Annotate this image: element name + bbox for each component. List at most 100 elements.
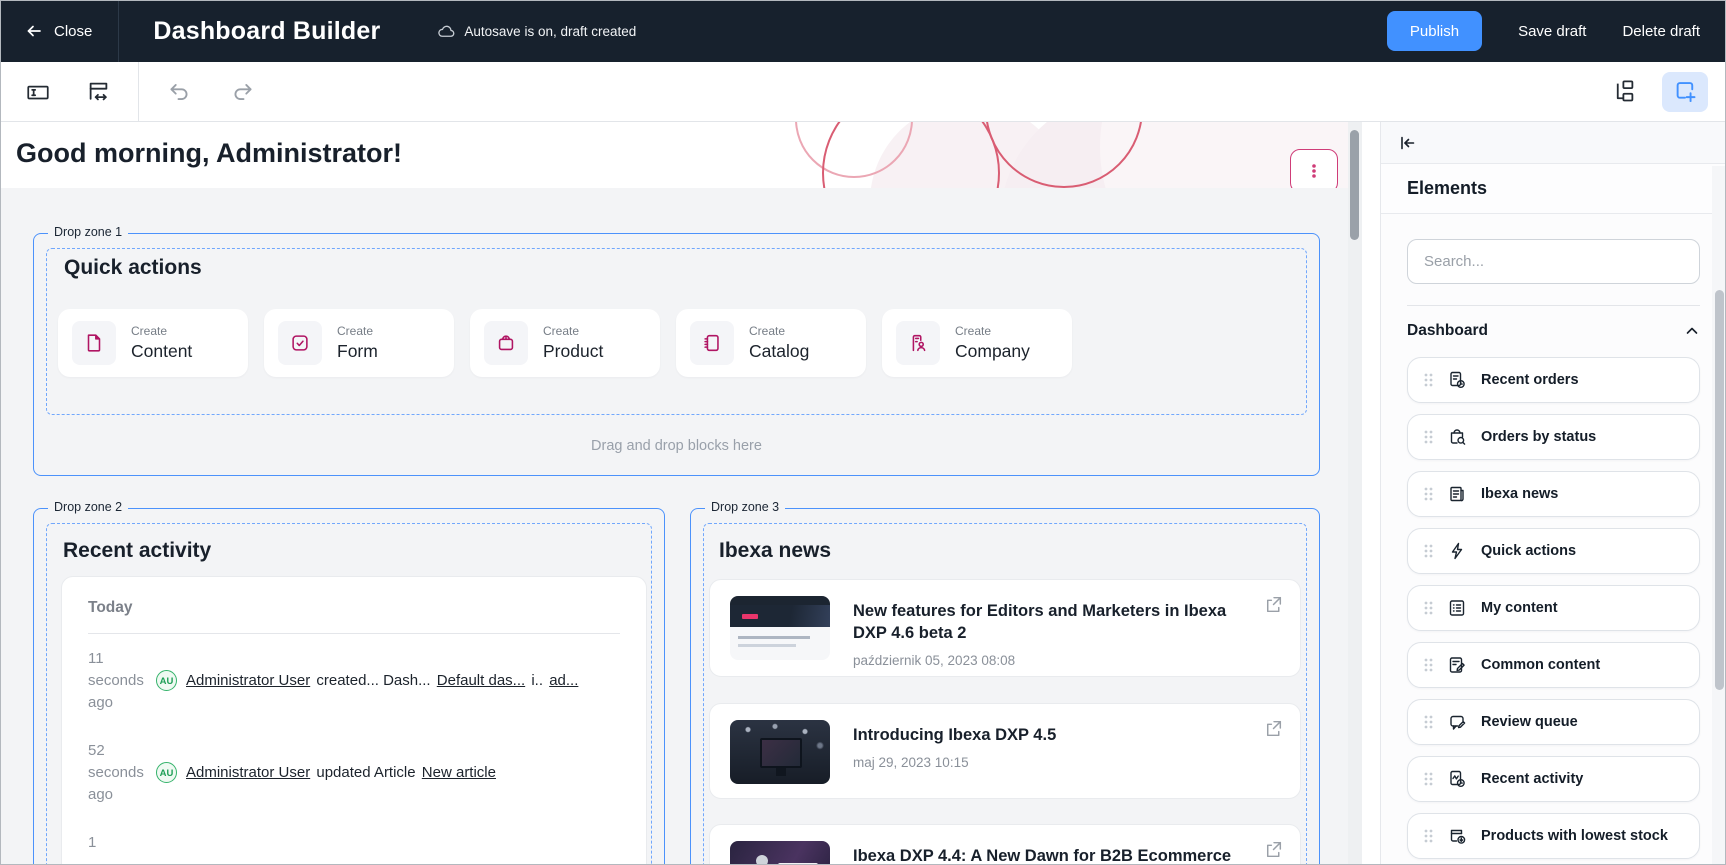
redo-button[interactable]	[225, 74, 261, 110]
element-item-recent-orders[interactable]: Recent orders	[1407, 357, 1700, 403]
create-form-card[interactable]: Create Form	[264, 309, 454, 377]
news-item[interactable]: Ibexa DXP 4.4: A New Dawn for B2B Ecomme…	[709, 824, 1301, 865]
create-prefix: Create	[955, 324, 1030, 338]
user-link[interactable]: Administrator User	[186, 764, 310, 781]
external-link-icon[interactable]	[1263, 839, 1284, 860]
activity-row: 11 seconds ago AU Administrator User cre…	[88, 648, 620, 714]
drag-handle-icon[interactable]	[1423, 486, 1433, 502]
cloud-icon	[436, 22, 455, 41]
save-draft-button[interactable]: Save draft	[1518, 23, 1586, 40]
user-link[interactable]: Administrator User	[186, 672, 310, 689]
search-input[interactable]	[1407, 239, 1700, 284]
element-item-recent-activity[interactable]: Recent activity	[1407, 756, 1700, 802]
create-prefix: Create	[543, 324, 603, 338]
drag-handle-icon[interactable]	[1423, 714, 1433, 730]
news-title: Ibexa DXP 4.4: A New Dawn for B2B Ecomme…	[853, 845, 1231, 865]
autosave-label: Autosave is on, draft created	[464, 24, 636, 39]
element-item-review-queue[interactable]: Review queue	[1407, 699, 1700, 745]
main-scrollbar[interactable]	[1348, 122, 1362, 865]
close-label: Close	[54, 23, 92, 40]
panel-header	[1381, 122, 1726, 164]
activity-description: AU Administrator User created... Dash...…	[156, 648, 580, 714]
element-item-label: Review queue	[1481, 714, 1578, 730]
news-thumbnail	[730, 720, 830, 784]
recent-activity-icon	[1447, 769, 1467, 789]
external-link-icon[interactable]	[1263, 594, 1284, 615]
quick-actions-title: Quick actions	[64, 256, 202, 280]
drag-handle-icon[interactable]	[1423, 771, 1433, 787]
main-scrollbar-thumb[interactable]	[1350, 130, 1359, 240]
create-catalog-card[interactable]: Create Catalog	[676, 309, 866, 377]
news-title: Introducing Ibexa DXP 4.5	[853, 724, 1056, 746]
recent-activity-title: Recent activity	[63, 539, 211, 563]
activity-timestamp: 1	[88, 832, 156, 854]
drop-zone-3[interactable]: Drop zone 3 Ibexa news New features for …	[690, 508, 1320, 865]
create-prefix: Create	[131, 324, 192, 338]
element-item-ibexa-news[interactable]: Ibexa news	[1407, 471, 1700, 517]
element-item-label: My content	[1481, 600, 1558, 616]
input-field-tool-button[interactable]	[20, 74, 56, 110]
content-link[interactable]: New article	[422, 764, 496, 781]
app-title: Dashboard Builder	[153, 17, 380, 46]
greeting-header: Good morning, Administrator!	[0, 122, 1348, 188]
element-item-orders-by-status[interactable]: Orders by status	[1407, 414, 1700, 460]
divider	[1407, 305, 1700, 306]
orders-by-status-icon	[1447, 427, 1467, 447]
quick-actions-icon	[1447, 541, 1467, 561]
content-link[interactable]: Default das...	[437, 672, 525, 689]
news-item[interactable]: Introducing Ibexa DXP 4.5 maj 29, 2023 1…	[709, 703, 1301, 799]
create-company-card[interactable]: Create Company	[882, 309, 1072, 377]
news-item[interactable]: New features for Editors and Marketers i…	[709, 579, 1301, 677]
collapse-panel-icon[interactable]	[1397, 133, 1417, 153]
chevron-up-icon	[1684, 323, 1700, 339]
panel-title: Elements	[1381, 164, 1726, 214]
content-icon	[72, 321, 116, 365]
switch-layout-tool-button[interactable]	[80, 74, 116, 110]
create-label: Catalog	[749, 341, 809, 362]
dashboard-section-header[interactable]: Dashboard	[1407, 317, 1700, 345]
create-label: Form	[337, 341, 378, 362]
activity-description: AU Administrator User updated Article Ne…	[156, 740, 498, 806]
drag-handle-icon[interactable]	[1423, 657, 1433, 673]
recent-orders-icon	[1447, 370, 1467, 390]
create-prefix: Create	[337, 324, 378, 338]
undo-button[interactable]	[161, 74, 197, 110]
avatar: AU	[156, 762, 177, 783]
element-item-my-content[interactable]: My content	[1407, 585, 1700, 631]
drag-handle-icon[interactable]	[1423, 600, 1433, 616]
drag-drop-hint: Drag and drop blocks here	[34, 438, 1319, 454]
divider	[88, 633, 620, 634]
create-product-card[interactable]: Create Product	[470, 309, 660, 377]
close-button[interactable]: Close	[0, 0, 118, 62]
news-date: maj 29, 2023 10:15	[853, 755, 1056, 770]
element-item-label: Recent activity	[1481, 771, 1583, 787]
drag-handle-icon[interactable]	[1423, 543, 1433, 559]
external-link-icon[interactable]	[1263, 718, 1284, 739]
publish-button[interactable]: Publish	[1387, 11, 1482, 51]
add-element-button[interactable]	[1662, 72, 1708, 112]
autosave-status: Autosave is on, draft created	[436, 22, 636, 41]
delete-draft-button[interactable]: Delete draft	[1622, 23, 1700, 40]
header-options-button[interactable]	[1290, 149, 1338, 188]
drop-zone-2[interactable]: Drop zone 2 Recent activity Today 11 sec…	[33, 508, 665, 865]
my-content-icon	[1447, 598, 1467, 618]
drop-zone-1[interactable]: Drop zone 1 Quick actions Create Content…	[33, 233, 1320, 476]
back-arrow-icon	[24, 21, 44, 41]
activity-row: 1	[88, 832, 620, 854]
activity-row: 52 seconds ago AU Administrator User upd…	[88, 740, 620, 806]
section-label: Dashboard	[1407, 322, 1488, 340]
element-item-quick-actions[interactable]: Quick actions	[1407, 528, 1700, 574]
element-item-label: Recent orders	[1481, 372, 1579, 388]
drop-zone-2-label: Drop zone 2	[48, 500, 128, 514]
panel-scrollbar-thumb[interactable]	[1715, 290, 1724, 690]
content-link[interactable]: ad...	[549, 672, 578, 689]
drag-handle-icon[interactable]	[1423, 372, 1433, 388]
content-tree-button[interactable]	[1606, 74, 1642, 110]
element-item-products-with-lowest-stock[interactable]: Products with lowest stock	[1407, 813, 1700, 859]
ibexa-news-title: Ibexa news	[719, 539, 831, 563]
create-content-card[interactable]: Create Content	[58, 309, 248, 377]
drag-handle-icon[interactable]	[1423, 828, 1433, 844]
drag-handle-icon[interactable]	[1423, 429, 1433, 445]
navbar-actions: Publish Save draft Delete draft	[1387, 11, 1726, 51]
element-item-common-content[interactable]: Common content	[1407, 642, 1700, 688]
